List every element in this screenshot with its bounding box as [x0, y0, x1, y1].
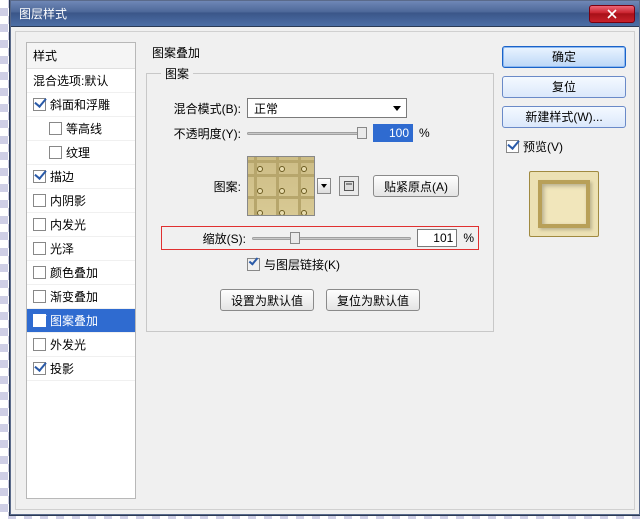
style-item-label: 颜色叠加	[50, 264, 98, 281]
style-item-5[interactable]: 内发光	[27, 213, 135, 237]
style-item-checkbox[interactable]	[33, 98, 46, 111]
dialog-buttons: 确定 复位 新建样式(W)... 预览(V)	[502, 46, 626, 237]
style-item-label: 内发光	[50, 216, 86, 233]
style-list: 样式 混合选项:默认 斜面和浮雕等高线纹理描边内阴影内发光光泽颜色叠加渐变叠加图…	[26, 42, 136, 499]
style-item-10[interactable]: 外发光	[27, 333, 135, 357]
style-item-checkbox[interactable]	[49, 146, 62, 159]
style-item-6[interactable]: 光泽	[27, 237, 135, 261]
layer-style-dialog: 图层样式 样式 混合选项:默认 斜面和浮雕等高线纹理描边内阴影内发光光泽颜色叠加…	[10, 0, 640, 515]
style-item-checkbox[interactable]	[33, 170, 46, 183]
style-item-checkbox[interactable]	[33, 266, 46, 279]
style-item-11[interactable]: 投影	[27, 357, 135, 381]
style-item-checkbox[interactable]	[33, 362, 46, 375]
opacity-label: 不透明度(Y):	[161, 125, 247, 142]
document-icon	[343, 180, 355, 192]
pattern-group: 图案 混合模式(B): 正常 不透明度(Y): 100 %	[146, 65, 494, 332]
style-item-7[interactable]: 颜色叠加	[27, 261, 135, 285]
preview-checkbox[interactable]	[506, 140, 519, 153]
style-item-checkbox[interactable]	[33, 314, 46, 327]
chevron-down-icon	[321, 184, 327, 188]
scale-unit: %	[463, 231, 474, 245]
new-preset-button[interactable]	[339, 176, 359, 196]
blend-mode-value: 正常	[254, 100, 278, 117]
scale-label: 缩放(S):	[166, 230, 252, 247]
link-layer-checkbox[interactable]	[247, 258, 260, 271]
style-item-label: 斜面和浮雕	[50, 96, 110, 113]
close-icon	[607, 9, 617, 19]
style-item-2[interactable]: 纹理	[27, 141, 135, 165]
close-button[interactable]	[589, 5, 635, 23]
titlebar[interactable]: 图层样式	[11, 1, 639, 27]
scale-input[interactable]: 101	[417, 229, 457, 247]
ok-button[interactable]: 确定	[502, 46, 626, 68]
style-item-checkbox[interactable]	[33, 194, 46, 207]
style-item-checkbox[interactable]	[33, 218, 46, 231]
link-layer-label: 与图层链接(K)	[264, 256, 340, 273]
new-style-button[interactable]: 新建样式(W)...	[502, 106, 626, 128]
style-list-header: 样式	[27, 43, 135, 69]
style-item-label: 描边	[50, 168, 74, 185]
style-item-9[interactable]: 图案叠加	[27, 309, 135, 333]
style-item-label: 内阴影	[50, 192, 86, 209]
style-item-3[interactable]: 描边	[27, 165, 135, 189]
style-item-checkbox[interactable]	[33, 242, 46, 255]
style-item-4[interactable]: 内阴影	[27, 189, 135, 213]
blend-options-label: 混合选项:默认	[33, 72, 108, 89]
style-item-8[interactable]: 渐变叠加	[27, 285, 135, 309]
chevron-down-icon	[393, 106, 401, 111]
set-default-button[interactable]: 设置为默认值	[220, 289, 314, 311]
pattern-picker-button[interactable]	[317, 178, 331, 194]
style-item-checkbox[interactable]	[33, 290, 46, 303]
style-item-label: 渐变叠加	[50, 288, 98, 305]
opacity-slider[interactable]	[247, 124, 367, 142]
opacity-input[interactable]: 100	[373, 124, 413, 142]
preview-label: 预览(V)	[523, 138, 563, 155]
style-item-label: 光泽	[50, 240, 74, 257]
blend-mode-label: 混合模式(B):	[161, 100, 247, 117]
window-title: 图层样式	[11, 5, 67, 22]
reset-default-button[interactable]: 复位为默认值	[326, 289, 420, 311]
opacity-unit: %	[419, 126, 430, 140]
style-item-1[interactable]: 等高线	[27, 117, 135, 141]
preview-toggle[interactable]: 预览(V)	[502, 136, 626, 157]
pattern-group-legend: 图案	[161, 65, 193, 82]
style-item-label: 外发光	[50, 336, 86, 353]
snap-origin-button[interactable]: 贴紧原点(A)	[373, 175, 459, 197]
style-item-checkbox[interactable]	[49, 122, 62, 135]
style-item-label: 图案叠加	[50, 312, 98, 329]
style-item-checkbox[interactable]	[33, 338, 46, 351]
pattern-overlay-panel: 图案叠加 图案 混合模式(B): 正常 不透明度(Y): 10	[146, 42, 494, 499]
scale-slider[interactable]	[252, 229, 411, 247]
style-item-label: 投影	[50, 360, 74, 377]
dialog-client: 样式 混合选项:默认 斜面和浮雕等高线纹理描边内阴影内发光光泽颜色叠加渐变叠加图…	[15, 31, 635, 510]
panel-title: 图案叠加	[152, 44, 494, 61]
style-item-0[interactable]: 斜面和浮雕	[27, 93, 135, 117]
reset-button[interactable]: 复位	[502, 76, 626, 98]
style-item-label: 纹理	[66, 144, 90, 161]
blend-mode-combo[interactable]: 正常	[247, 98, 407, 118]
pattern-swatch[interactable]	[247, 156, 315, 216]
style-item-label: 等高线	[66, 120, 102, 137]
pattern-swatch-label: 图案:	[161, 156, 247, 195]
preview-thumbnail	[529, 171, 599, 237]
blend-options-row[interactable]: 混合选项:默认	[27, 69, 135, 93]
